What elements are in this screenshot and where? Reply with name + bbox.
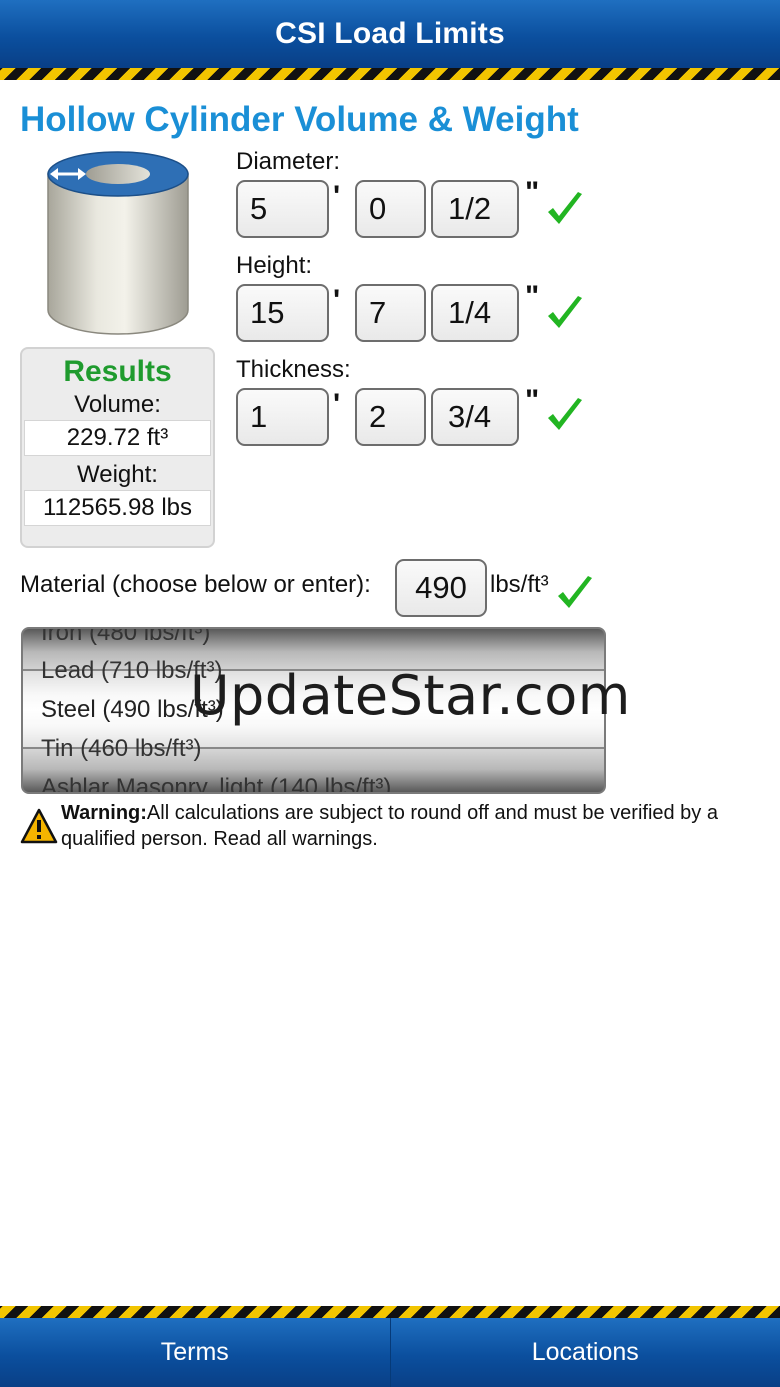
results-panel: Results Volume: 229.72 ft³ Weight: 11256… (20, 347, 215, 548)
material-label: Material (choose below or enter): (20, 571, 371, 598)
picker-option[interactable]: Tin (460 lbs/ft³) (41, 735, 202, 763)
diameter-fraction-input[interactable]: 1/2 (431, 180, 519, 238)
diameter-valid-check-icon (548, 192, 582, 224)
height-feet-mark: ' (333, 284, 341, 317)
volume-value: 229.72 ft³ (24, 420, 211, 456)
locations-button[interactable]: Locations (391, 1318, 780, 1387)
thickness-valid-check-icon (548, 398, 582, 430)
thickness-feet-input[interactable]: 1 (236, 388, 329, 446)
app-screen: CSI Load Limits Hollow Cylinder Volume &… (0, 0, 780, 1387)
picker-option[interactable]: Ashlar Masonry, light (140 lbs/ft³) (41, 774, 391, 792)
warning-text: Warning:All calculations are subject to … (61, 800, 761, 852)
diameter-feet-input[interactable]: 5 (236, 180, 329, 238)
height-feet-input[interactable]: 15 (236, 284, 329, 342)
weight-value: 112565.98 lbs (24, 490, 211, 526)
thickness-inch-mark: " (525, 384, 540, 417)
app-header: CSI Load Limits (0, 0, 780, 68)
picker-option[interactable]: Iron (480 lbs/ft³) (41, 629, 210, 647)
terms-button[interactable]: Terms (0, 1318, 391, 1387)
diameter-inches-input[interactable]: 0 (355, 180, 426, 238)
diameter-feet-mark: ' (333, 180, 341, 213)
hollow-cylinder-illustration (47, 151, 189, 335)
results-title: Results (63, 355, 172, 388)
height-fraction-input[interactable]: 1/4 (431, 284, 519, 342)
weight-label: Weight: (77, 461, 158, 488)
density-input[interactable]: 490 (395, 559, 487, 617)
density-unit: lbs/ft³ (490, 571, 549, 598)
thickness-label: Thickness: (236, 356, 351, 383)
thickness-inches-input[interactable]: 2 (355, 388, 426, 446)
height-inches-input[interactable]: 7 (355, 284, 426, 342)
hazard-stripe-bottom (0, 1306, 780, 1318)
warning-body: All calculations are subject to round of… (61, 802, 718, 850)
thickness-fraction-input[interactable]: 3/4 (431, 388, 519, 446)
height-label: Height: (236, 252, 313, 279)
volume-label: Volume: (74, 391, 161, 418)
footer-nav: Terms Locations (0, 1318, 780, 1387)
hazard-stripe-top (0, 68, 780, 80)
watermark: UpdateStar.com (190, 664, 631, 727)
density-valid-check-icon (558, 576, 592, 608)
height-inch-mark: " (525, 280, 540, 313)
warning-icon (20, 808, 58, 844)
diameter-label: Diameter: (236, 148, 341, 175)
height-valid-check-icon (548, 296, 582, 328)
calculator-title: Hollow Cylinder Volume & Weight (20, 100, 579, 139)
warning-bold: Warning: (61, 802, 147, 824)
app-title: CSI Load Limits (275, 17, 505, 50)
thickness-feet-mark: ' (333, 388, 341, 421)
diameter-inch-mark: " (525, 176, 540, 209)
